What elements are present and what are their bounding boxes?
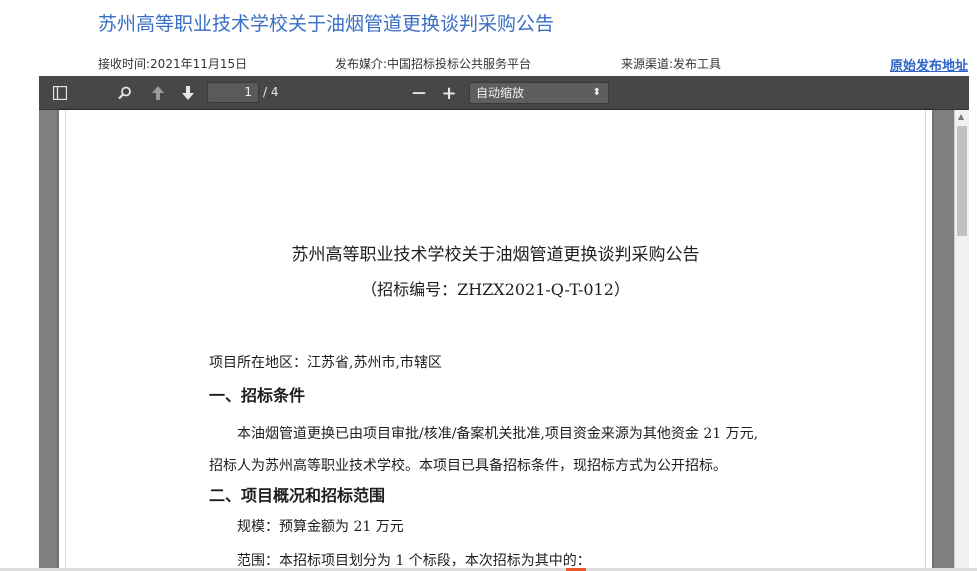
page-count: / 4	[263, 85, 279, 99]
pdf-viewer: 1 / 4 — + 自动缩放 ⬍ 苏州高等职业技术学校关于油烟管道更换谈判采购公…	[39, 76, 969, 571]
zoom-select-value: 自动缩放	[476, 86, 525, 100]
project-location: 项目所在地区：江苏省,苏州市,市辖区	[209, 355, 442, 371]
section-heading: 二、项目概况和招标范围	[209, 486, 386, 505]
search-icon[interactable]	[114, 83, 136, 103]
document-title: 苏州高等职业技术学校关于油烟管道更换谈判采购公告	[291, 245, 700, 265]
page-number-input[interactable]: 1	[207, 82, 259, 103]
paragraph-line: 范围：本招标项目划分为 1 个标段，本次招标为其中的：	[237, 553, 591, 569]
chevron-updown-icon: ⬍	[592, 87, 601, 98]
pdf-page: 苏州高等职业技术学校关于油烟管道更换谈判采购公告 （招标编号：ZHZX2021-…	[59, 110, 932, 571]
section-heading: 一、招标条件	[209, 386, 306, 405]
arrow-down-icon[interactable]	[177, 83, 199, 103]
zoom-out-icon[interactable]: —	[408, 83, 430, 103]
pdf-toolbar: 1 / 4 — + 自动缩放 ⬍	[39, 76, 969, 110]
paragraph-line: 招标人为苏州高等职业技术学校。本项目已具备招标条件，现招标方式为公开招标。	[209, 458, 727, 474]
original-link[interactable]: 原始发布地址	[890, 55, 968, 74]
zoom-select[interactable]: 自动缩放 ⬍	[469, 82, 609, 104]
page-margin-line	[925, 110, 926, 571]
zoom-in-icon[interactable]: +	[438, 83, 460, 104]
arrow-up-icon[interactable]	[147, 83, 169, 103]
paragraph-line: 本油烟管道更换已由项目审批/核准/备案机关批准,项目资金来源为其他资金 21 万…	[237, 426, 759, 442]
received-date: 接收时间:2021年11月15日	[98, 57, 248, 71]
document-area: 苏州高等职业技术学校关于油烟管道更换谈判采购公告 （招标编号：ZHZX2021-…	[39, 110, 969, 571]
document-subtitle: （招标编号：ZHZX2021-Q-T-012）	[361, 280, 630, 299]
sidebar-toggle-icon[interactable]	[49, 83, 71, 103]
publish-media: 发布媒介:中国招标投标公共服务平台	[335, 57, 532, 71]
page-margin-line	[65, 110, 66, 571]
scroll-thumb[interactable]	[957, 126, 967, 236]
vertical-scrollbar[interactable]: ▲	[954, 110, 969, 571]
paragraph-line: 规模：预算金额为 21 万元	[237, 519, 404, 535]
source-channel: 来源渠道:发布工具	[621, 57, 722, 71]
scroll-up-icon[interactable]: ▲	[958, 112, 964, 121]
page-title: 苏州高等职业技术学校关于油烟管道更换谈判采购公告	[98, 13, 555, 35]
